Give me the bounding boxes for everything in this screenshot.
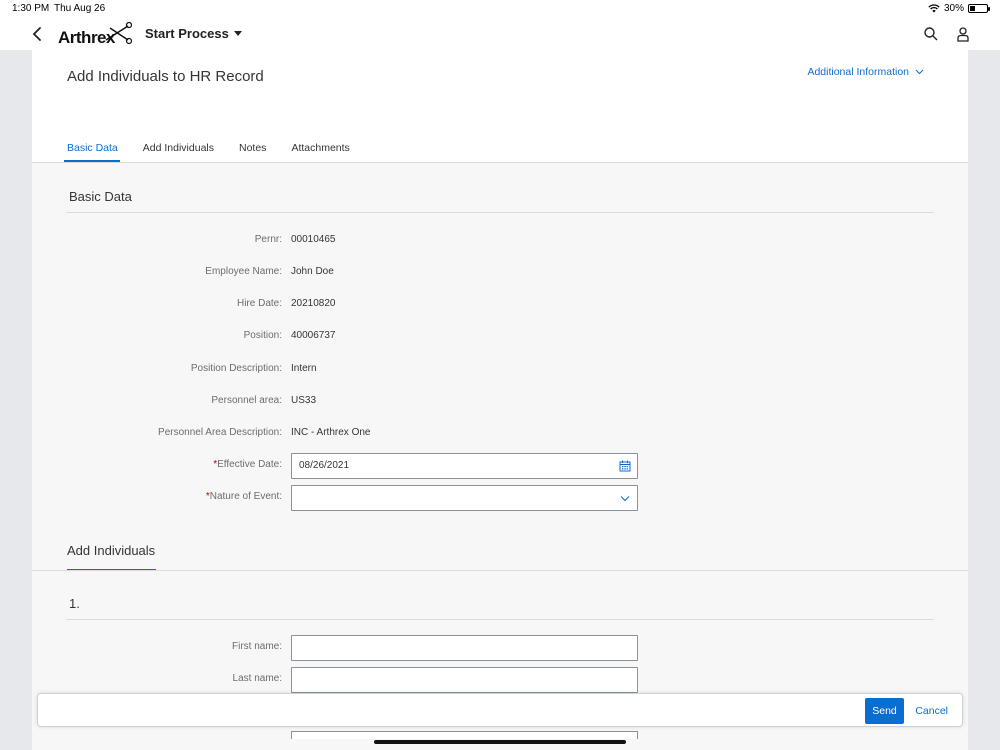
field-nature-of-event: *Nature of Event: <box>32 485 968 511</box>
field-label: *Effective Date: <box>213 459 282 470</box>
field-value: 20210820 <box>291 298 336 309</box>
field-personnel-area-description: Personnel Area Description: INC - Arthre… <box>32 421 968 447</box>
calendar-icon[interactable] <box>619 460 631 472</box>
field-value: US33 <box>291 395 317 406</box>
field-label: Pernr: <box>254 234 282 245</box>
status-time: 1:30 PM <box>12 3 50 14</box>
last-name-input[interactable] <box>291 667 638 693</box>
effective-date-label: Effective Date: <box>217 459 282 470</box>
nature-of-event-label: Nature of Event: <box>209 491 282 502</box>
start-process-menu[interactable]: Start Process <box>145 26 242 41</box>
page-title: Add Individuals to HR Record <box>67 68 264 85</box>
app-header: Arthrex Start Process <box>0 18 1000 50</box>
additional-information-label: Additional Information <box>807 66 909 78</box>
battery-icon <box>968 4 990 13</box>
field-label: Hire Date: <box>236 298 282 309</box>
basic-data-divider <box>66 212 934 213</box>
field-employee-name: Employee Name: John Doe <box>32 260 968 286</box>
send-button[interactable]: Send <box>865 698 904 724</box>
field-position-description: Position Description: Intern <box>32 357 968 383</box>
caret-down-icon <box>233 31 242 36</box>
object-header: Add Individuals to HR Record Additional … <box>32 50 968 163</box>
logo-scissors-icon <box>105 22 132 45</box>
field-personnel-area: Personnel area: US33 <box>32 389 968 415</box>
field-label: First name: <box>231 641 282 652</box>
search-button[interactable] <box>923 26 939 42</box>
page-panel: Add Individuals to HR Record Additional … <box>32 50 968 750</box>
add-individuals-divider <box>32 570 968 571</box>
individual-entry-number: 1. <box>69 596 80 611</box>
field-label: Employee Name: <box>205 266 282 277</box>
field-label: Position Description: <box>190 363 282 374</box>
home-indicator[interactable] <box>374 740 626 744</box>
chevron-down-icon[interactable] <box>619 492 631 504</box>
additional-information-link[interactable]: Additional Information <box>807 66 924 78</box>
footer-toolbar: Send Cancel <box>37 693 963 727</box>
field-value: 00010465 <box>291 234 336 245</box>
field-first-name: First name: <box>32 635 968 661</box>
effective-date-value: 08/26/2021 <box>299 460 350 471</box>
back-chevron-icon <box>32 27 41 41</box>
field-value: 40006737 <box>291 330 336 341</box>
menu-title: Start Process <box>145 26 229 41</box>
first-name-input[interactable] <box>291 635 638 661</box>
back-button[interactable] <box>28 24 48 44</box>
field-last-name: Last name: <box>32 667 968 693</box>
wifi-icon <box>928 4 940 13</box>
add-individuals-section-title: Add Individuals <box>67 543 156 558</box>
entry-divider <box>66 619 934 620</box>
user-button[interactable] <box>955 26 971 42</box>
field-value: INC - Arthrex One <box>291 427 371 438</box>
field-value: John Doe <box>291 266 334 277</box>
partial-input-field[interactable] <box>291 731 638 739</box>
arthrex-logo[interactable]: Arthrex <box>58 22 132 48</box>
user-icon <box>957 27 969 42</box>
field-position: Position: 40006737 <box>32 324 968 350</box>
field-hire-date: Hire Date: 20210820 <box>32 292 968 318</box>
battery-percent: 30% <box>943 3 964 14</box>
chevron-down-icon <box>915 69 924 75</box>
field-value: Intern <box>291 363 317 374</box>
field-label: Position: <box>243 330 282 341</box>
basic-data-section-title: Basic Data <box>69 189 132 204</box>
field-label: Personnel Area Description: <box>158 427 282 438</box>
tab-attachments[interactable]: Attachments <box>288 138 351 162</box>
field-pernr: Pernr: 00010465 <box>32 228 968 254</box>
status-date: Thu Aug 26 <box>54 3 106 14</box>
search-icon <box>924 27 938 41</box>
field-label: Personnel area: <box>211 395 282 406</box>
field-label: *Nature of Event: <box>206 491 282 502</box>
tab-basic-data[interactable]: Basic Data <box>64 138 120 162</box>
tab-notes[interactable]: Notes <box>236 138 268 162</box>
field-label: Last name: <box>232 673 282 684</box>
effective-date-input[interactable]: 08/26/2021 <box>291 453 638 479</box>
cancel-button[interactable]: Cancel <box>913 698 950 724</box>
tab-add-individuals[interactable]: Add Individuals <box>140 138 216 162</box>
field-effective-date: *Effective Date: 08/26/2021 <box>32 453 968 479</box>
status-bar: 1:30 PM Thu Aug 26 30% <box>0 0 1000 18</box>
status-right: 30% <box>928 3 990 14</box>
nature-of-event-select[interactable] <box>291 485 638 511</box>
tab-bar: Basic Data Add Individuals Notes Attachm… <box>64 138 372 162</box>
